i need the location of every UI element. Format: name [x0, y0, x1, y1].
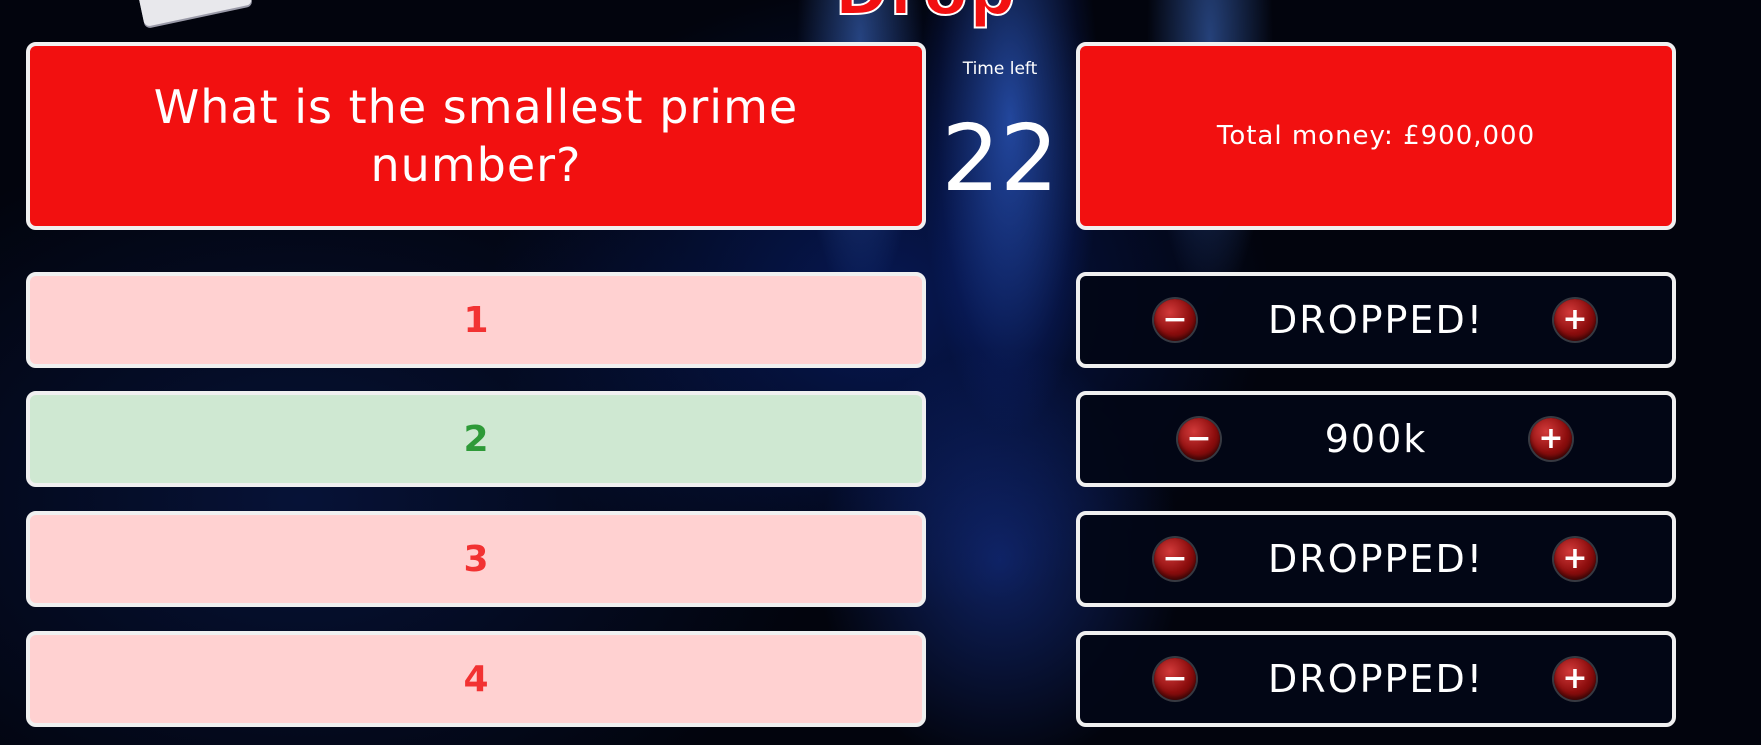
timer-label: Time left	[962, 59, 1038, 79]
plus-icon: +	[1538, 421, 1564, 456]
decrease-stake-button[interactable]: −	[1154, 538, 1196, 580]
minus-icon: −	[1162, 661, 1188, 696]
answer-option-1[interactable]: 1	[26, 272, 926, 368]
answer-label: 2	[463, 418, 489, 460]
answer-label: 4	[463, 658, 489, 700]
answer-label: 1	[463, 299, 489, 341]
stake-slot-2: 900k − +	[1076, 391, 1676, 487]
plus-icon: +	[1562, 302, 1588, 337]
logo-card-graphic	[137, 0, 253, 28]
minus-icon: −	[1162, 302, 1188, 337]
answer-option-2[interactable]: 2	[26, 391, 926, 487]
stake-slot-4: DROPPED! − +	[1076, 631, 1676, 727]
timer-value: 22	[941, 105, 1059, 212]
plus-icon: +	[1562, 661, 1588, 696]
stake-slot-3: DROPPED! − +	[1076, 511, 1676, 607]
minus-icon: −	[1162, 541, 1188, 576]
stake-slot-1: DROPPED! − +	[1076, 272, 1676, 368]
increase-stake-button[interactable]: +	[1554, 538, 1596, 580]
stake-value: 900k	[1324, 417, 1428, 461]
game-logo: Drop	[826, 0, 1026, 26]
question-panel: What is the smallest prime number?	[26, 42, 926, 230]
plus-icon: +	[1562, 541, 1588, 576]
increase-stake-button[interactable]: +	[1554, 658, 1596, 700]
total-money-panel: Total money: £900,000	[1076, 42, 1676, 230]
increase-stake-button[interactable]: +	[1554, 299, 1596, 341]
question-text: What is the smallest prime number?	[153, 80, 799, 192]
decrease-stake-button[interactable]: −	[1154, 658, 1196, 700]
decrease-stake-button[interactable]: −	[1154, 299, 1196, 341]
decrease-stake-button[interactable]: −	[1178, 418, 1220, 460]
total-money-text: Total money: £900,000	[1216, 121, 1536, 151]
answer-label: 3	[463, 538, 489, 580]
answer-option-4[interactable]: 4	[26, 631, 926, 727]
increase-stake-button[interactable]: +	[1530, 418, 1572, 460]
logo-text: Drop	[834, 0, 1017, 26]
answer-option-3[interactable]: 3	[26, 511, 926, 607]
minus-icon: −	[1186, 421, 1212, 456]
